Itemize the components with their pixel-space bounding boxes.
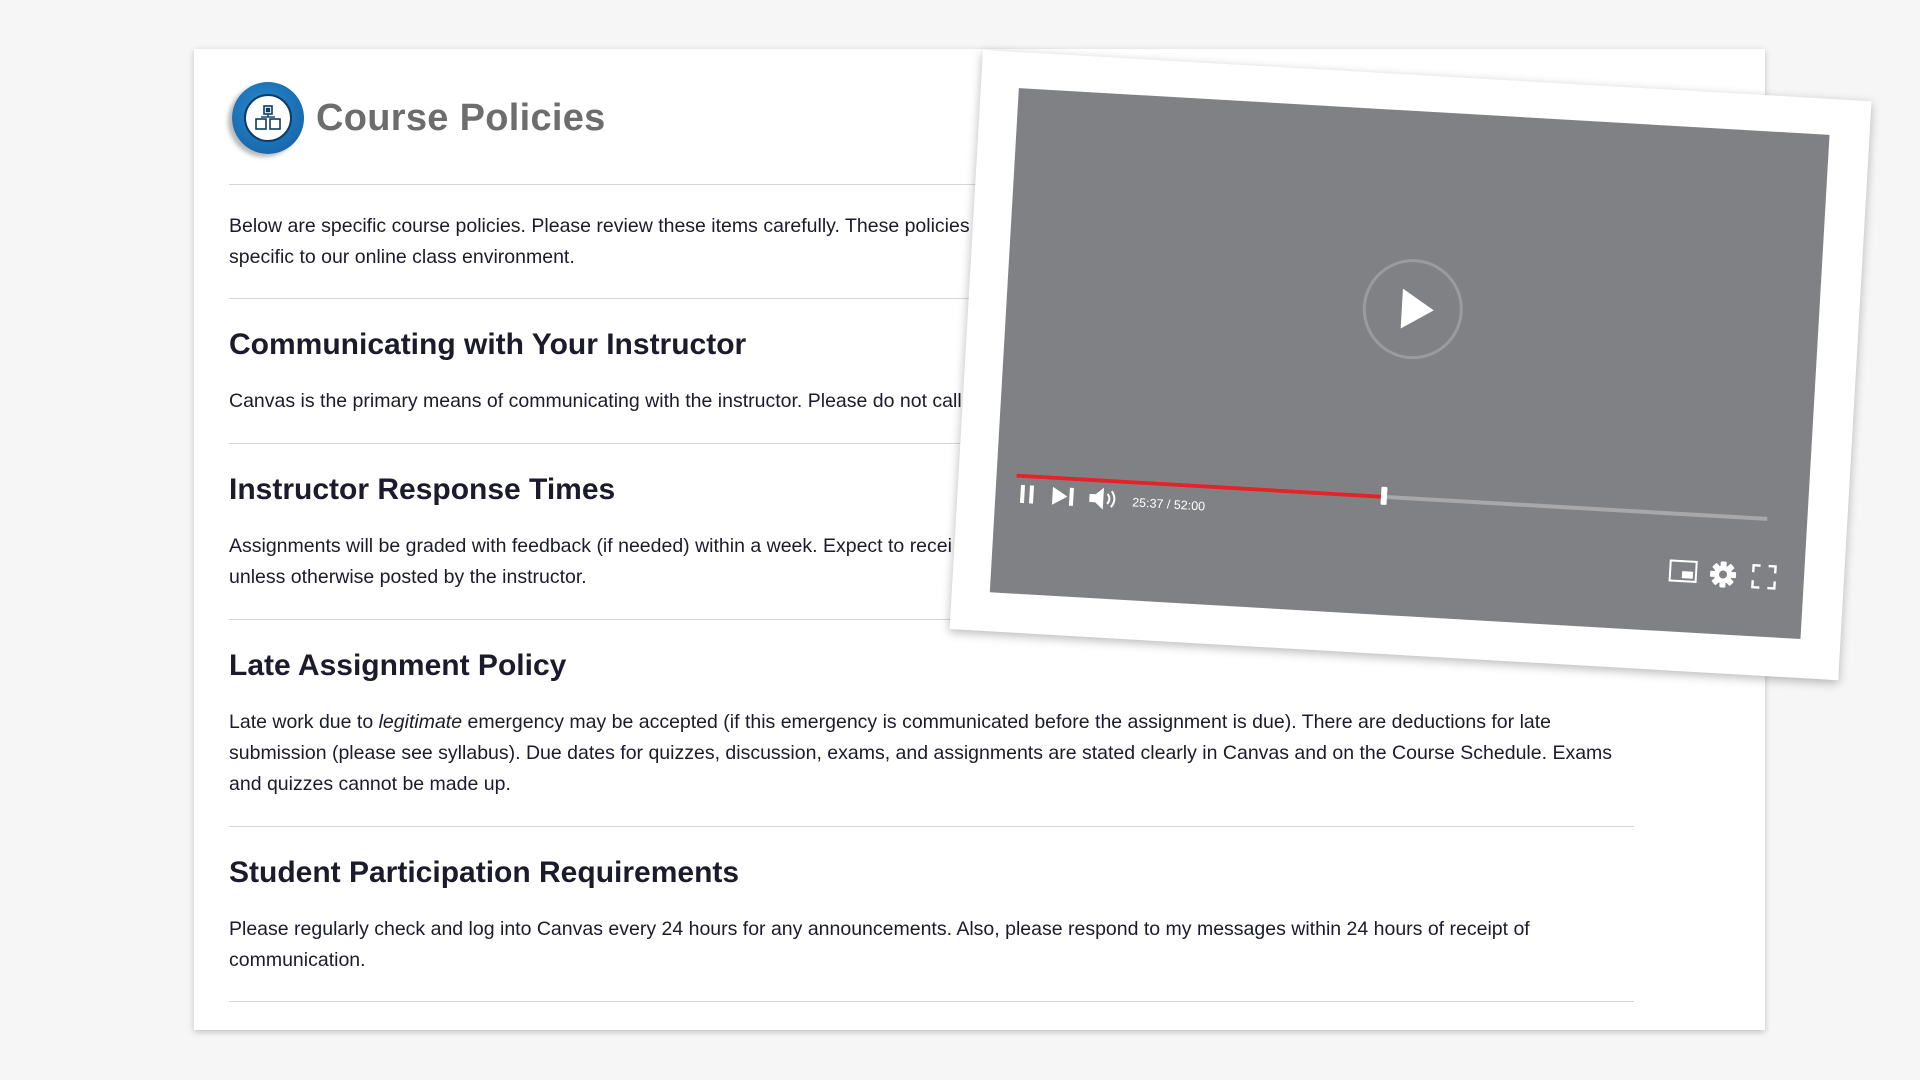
miniplayer-button[interactable] — [1667, 558, 1699, 589]
section-paragraph-late-policy: Late work due to legitimate emergency ma… — [229, 707, 1634, 800]
progress-scrubber[interactable] — [1380, 486, 1388, 506]
volume-button[interactable] — [1086, 485, 1122, 518]
settings-button[interactable] — [1708, 560, 1738, 595]
miniplayer-icon — [1668, 559, 1698, 583]
section-paragraph-participation: Please regularly check and log into Canv… — [229, 914, 1634, 976]
section-heading-late-policy: Late Assignment Policy — [229, 649, 567, 682]
emphasis-text: legitimate — [378, 711, 463, 733]
page-title: Course Policies — [316, 96, 606, 139]
video-player-card: 25:37 / 52:00 — [949, 50, 1872, 681]
text-run: emergency may be accepted (if this emerg… — [462, 711, 1552, 733]
hierarchy-icon — [232, 82, 304, 154]
pause-button[interactable] — [1017, 483, 1039, 511]
paragraph-line: Late work due to legitimate emergency ma… — [229, 707, 1634, 738]
video-player[interactable]: 25:37 / 52:00 — [989, 88, 1830, 640]
progress-bar[interactable] — [1016, 473, 1768, 521]
gear-icon — [1709, 561, 1737, 588]
next-button[interactable] — [1050, 485, 1078, 513]
section-heading-participation: Student Participation Requirements — [229, 856, 740, 889]
play-button[interactable] — [1359, 256, 1466, 362]
volume-icon — [1089, 487, 1116, 510]
pause-icon — [1019, 484, 1035, 504]
paragraph-line: communication. — [229, 949, 366, 971]
divider — [229, 826, 1634, 827]
text-run: Late work due to — [229, 711, 379, 733]
paragraph-line: Please regularly check and log into Canv… — [229, 918, 1530, 940]
fullscreen-icon — [1751, 563, 1777, 590]
skip-next-icon — [1051, 486, 1074, 506]
play-icon — [1400, 288, 1434, 329]
section-heading-response-times: Instructor Response Times — [229, 473, 616, 506]
divider — [229, 1001, 1634, 1002]
section-heading-communicating: Communicating with Your Instructor — [229, 328, 747, 361]
paragraph-line: and quizzes cannot be made up. — [229, 773, 511, 795]
time-display: 25:37 / 52:00 — [1131, 495, 1206, 514]
fullscreen-button[interactable] — [1750, 563, 1778, 595]
page-header: Course Policies — [232, 82, 606, 154]
paragraph-line: submission (please see syllabus). Due da… — [229, 742, 1613, 764]
